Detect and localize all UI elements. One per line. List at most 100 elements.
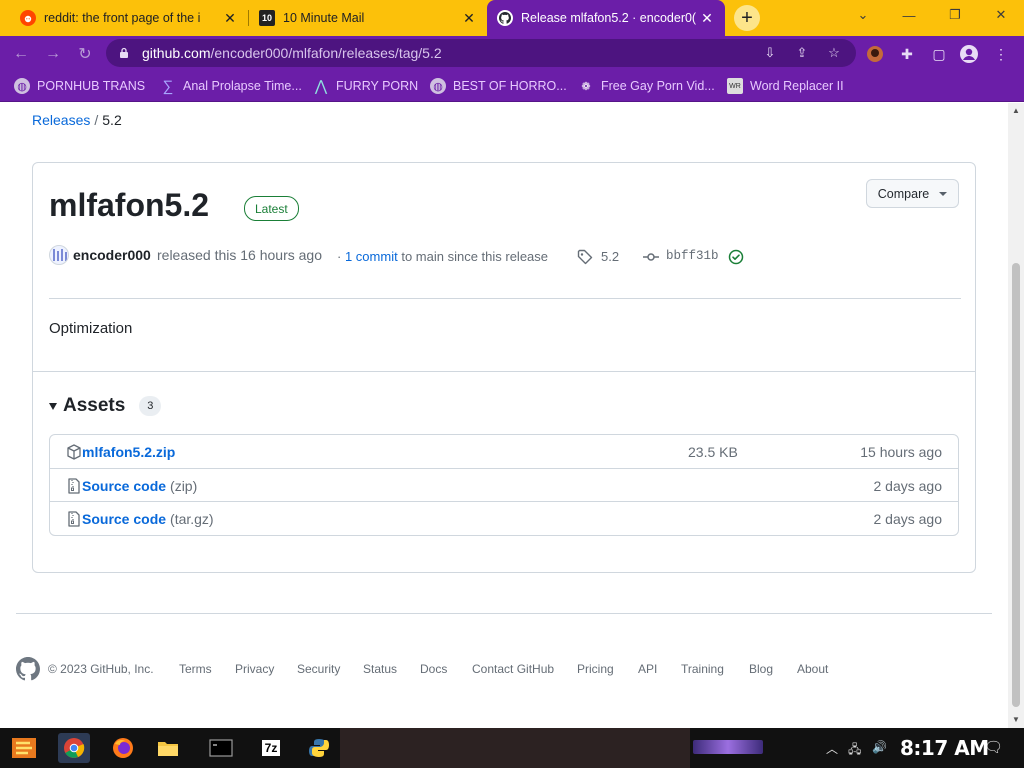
scrollbar-thumb[interactable] xyxy=(1012,263,1020,707)
terminal-taskbar-icon[interactable] xyxy=(205,733,237,763)
back-arrow-icon[interactable]: ← xyxy=(10,43,32,65)
asset-date: 2 days ago xyxy=(873,511,943,527)
file-zip-icon xyxy=(68,478,80,494)
address-bar[interactable]: github.com/encoder000/mlfafon/releases/t… xyxy=(106,39,856,67)
asset-date: 2 days ago xyxy=(873,478,943,494)
github-icon xyxy=(497,10,513,26)
bookmark-item[interactable]: ⋀ FURRY PORN xyxy=(313,77,418,95)
tab-10-minute-mail[interactable]: 10 10 Minute Mail ✕ xyxy=(249,0,487,36)
asset-link[interactable]: Source code (zip) xyxy=(82,478,197,494)
footer-link-privacy[interactable]: Privacy xyxy=(235,662,274,676)
footer-link-about[interactable]: About xyxy=(797,662,828,676)
browser-toolbar: ← → ↻ github.com/encoder000/mlfafon/rele… xyxy=(0,36,1024,70)
bookmark-star-icon[interactable]: ☆ xyxy=(825,44,843,62)
github-logo-icon[interactable] xyxy=(16,657,40,681)
asset-list: mlfafon5.2.zip 23.5 KB 15 hours ago Sour… xyxy=(49,434,959,536)
scroll-up-arrow-icon[interactable]: ▲ xyxy=(1012,106,1020,115)
volume-icon[interactable]: 🔊 xyxy=(872,740,887,754)
asset-row[interactable]: Source code (zip) 2 days ago xyxy=(50,468,958,502)
release-meta: encoder000 released this 16 hours ago · … xyxy=(49,245,949,267)
network-icon[interactable]: 🖧 xyxy=(848,740,861,761)
reload-icon[interactable]: ↻ xyxy=(74,43,96,65)
footer-link-contact[interactable]: Contact GitHub xyxy=(472,662,554,676)
reddit-icon xyxy=(20,10,36,26)
footer-link-blog[interactable]: Blog xyxy=(749,662,773,676)
lambda-logo-icon: ⋀ xyxy=(314,78,328,95)
python-taskbar-icon[interactable] xyxy=(303,733,335,763)
tab-title: 10 Minute Mail xyxy=(283,11,365,25)
minimize-button[interactable]: — xyxy=(886,0,932,30)
triangle-down-icon xyxy=(49,402,57,410)
assets-toggle[interactable]: Assets 3 xyxy=(49,395,162,417)
tab-github-release[interactable]: Release mlfafon5.2 · encoder0( ✕ xyxy=(487,0,725,36)
close-window-button[interactable]: ✕ xyxy=(978,0,1024,30)
tab-title: reddit: the front page of the i xyxy=(44,11,201,25)
commit-sha-link[interactable]: bbff31b xyxy=(666,249,719,263)
asset-row[interactable]: Source code (tar.gz) 2 days ago xyxy=(50,501,958,535)
taskbar-wallpaper-strip xyxy=(340,728,690,768)
asset-link[interactable]: Source code (tar.gz) xyxy=(82,511,214,527)
share-icon[interactable]: ⇪ xyxy=(793,44,811,62)
bookmark-item[interactable]: ❁ Free Gay Porn Vid... xyxy=(578,77,714,95)
footer-link-terms[interactable]: Terms xyxy=(179,662,212,676)
asset-row[interactable]: mlfafon5.2.zip 23.5 KB 15 hours ago xyxy=(50,435,958,469)
tray-overflow-icon[interactable]: ︿ xyxy=(826,740,838,757)
new-tab-button[interactable]: + xyxy=(734,5,760,31)
tab-reddit[interactable]: reddit: the front page of the i ✕ xyxy=(10,0,248,36)
footer-link-training[interactable]: Training xyxy=(681,662,724,676)
bookmark-item[interactable]: ◍ PORNHUB TRANS xyxy=(14,77,145,95)
extensions-puzzle-icon[interactable]: ✚ xyxy=(896,43,918,65)
breadcrumb-releases-link[interactable]: Releases xyxy=(32,112,90,128)
install-app-icon[interactable]: ⇩ xyxy=(761,44,779,62)
restore-button[interactable]: ❐ xyxy=(932,0,978,30)
forward-arrow-icon[interactable]: → xyxy=(42,43,64,65)
bookmark-item[interactable]: ◍ BEST OF HORRO... xyxy=(430,77,567,95)
footer-link-pricing[interactable]: Pricing xyxy=(577,662,614,676)
footer-link-api[interactable]: API xyxy=(638,662,657,676)
taskbar-clock[interactable]: 8:17 AM xyxy=(900,736,989,760)
tab-close-icon[interactable]: ✕ xyxy=(461,10,477,27)
tag-link[interactable]: 5.2 xyxy=(601,249,619,264)
side-panel-icon[interactable]: ▢ xyxy=(928,43,950,65)
verified-check-icon xyxy=(728,249,744,265)
assets-count-badge: 3 xyxy=(139,396,162,416)
start-button[interactable] xyxy=(8,733,40,763)
chrome-taskbar-icon[interactable] xyxy=(58,733,90,763)
github-release-page: Releases/5.2 mlfafon5.2 Latest Compare e… xyxy=(0,103,1008,728)
profile-extension-icon[interactable] xyxy=(864,43,886,65)
tab-close-icon[interactable]: ✕ xyxy=(699,10,715,27)
author-link[interactable]: encoder000 xyxy=(73,247,151,263)
windows-taskbar: 7z ︿ 🖧 🔊 8:17 AM 🗨 xyxy=(0,728,1024,768)
site-footer: © 2023 GitHub, Inc. Terms Privacy Securi… xyxy=(16,657,996,681)
firefox-taskbar-icon[interactable] xyxy=(107,733,139,763)
notification-icon[interactable]: 🗨 xyxy=(984,738,1003,756)
commits-link[interactable]: 1 commit xyxy=(345,249,398,264)
file-explorer-taskbar-icon[interactable] xyxy=(152,733,184,763)
release-title: mlfafon5.2 xyxy=(49,187,210,223)
bookmark-item[interactable]: WR Word Replacer II xyxy=(727,77,844,95)
divider xyxy=(33,371,975,372)
commit-icon xyxy=(643,253,659,261)
author-avatar[interactable] xyxy=(49,245,69,265)
tab-search-icon[interactable]: ⌄ xyxy=(840,0,886,30)
asset-link[interactable]: mlfafon5.2.zip xyxy=(82,444,175,460)
footer-link-docs[interactable]: Docs xyxy=(420,662,447,676)
tab-close-icon[interactable]: ✕ xyxy=(222,10,238,27)
bookmarks-bar: ◍ PORNHUB TRANS ∑ Anal Prolapse Time... … xyxy=(0,70,1024,102)
latest-badge: Latest xyxy=(244,196,299,221)
account-avatar-icon[interactable] xyxy=(958,43,980,65)
footer-link-status[interactable]: Status xyxy=(363,662,397,676)
page-scrollbar[interactable]: ▲ ▼ xyxy=(1008,103,1024,728)
caret-down-icon xyxy=(939,191,948,196)
commits-text: · 1 commit to main since this release xyxy=(337,249,549,264)
bookmark-item[interactable]: ∑ Anal Prolapse Time... xyxy=(160,77,302,95)
compare-button[interactable]: Compare xyxy=(866,179,959,208)
scroll-down-arrow-icon[interactable]: ▼ xyxy=(1012,715,1020,724)
url-text: github.com/encoder000/mlfafon/releases/t… xyxy=(142,45,442,61)
ten-minute-mail-icon: 10 xyxy=(259,10,275,26)
globe-icon: ◍ xyxy=(14,78,30,94)
footer-link-security[interactable]: Security xyxy=(297,662,340,676)
chrome-menu-icon[interactable]: ⋮ xyxy=(990,43,1012,65)
seven-zip-taskbar-icon[interactable]: 7z xyxy=(255,733,287,763)
footer-divider xyxy=(16,613,992,614)
